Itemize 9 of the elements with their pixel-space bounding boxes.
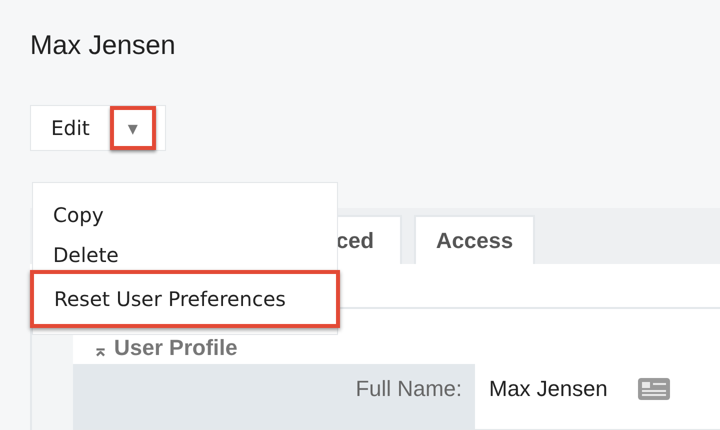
collapse-icon[interactable]: ⌅ <box>93 339 108 361</box>
field-value: Max Jensen <box>489 376 608 402</box>
menu-item[interactable]: Reset User Preferences <box>30 270 340 328</box>
dropdown-button[interactable]: ▾ <box>110 106 156 150</box>
panel-heading: User Profile <box>114 335 238 361</box>
field-label: Full Name: <box>73 364 475 429</box>
page-title: Max Jensen <box>29 29 177 62</box>
card-icon[interactable] <box>638 378 670 400</box>
tab[interactable]: Access <box>414 215 536 264</box>
